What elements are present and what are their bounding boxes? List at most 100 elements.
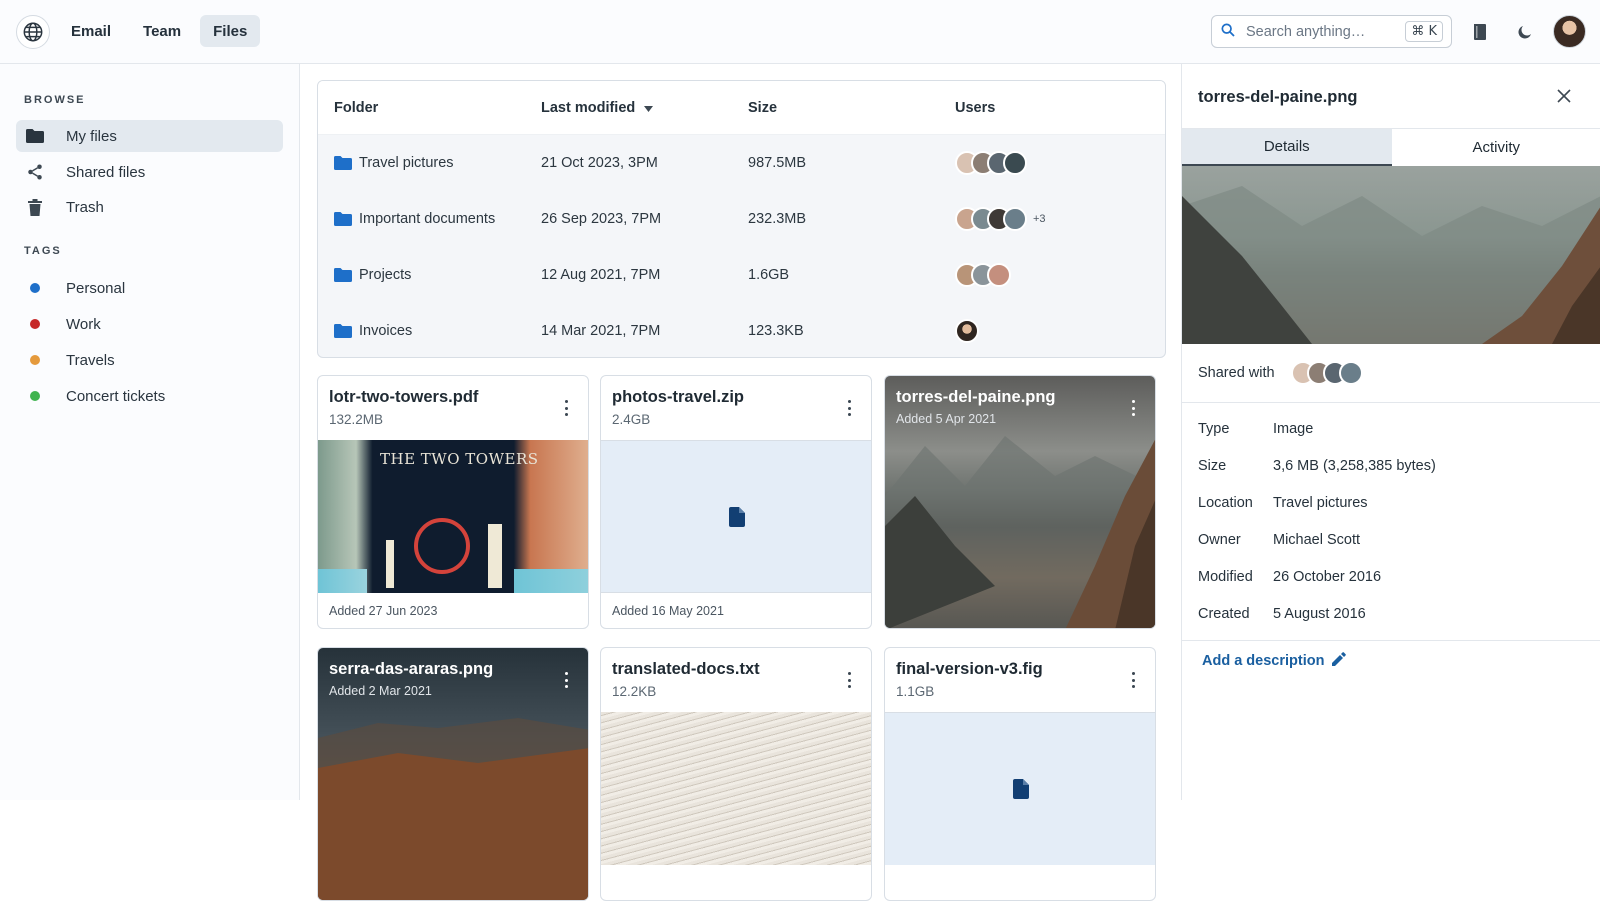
file-icon [729,507,745,527]
folder-name: Travel pictures [359,155,454,171]
users-avatars [955,151,1019,175]
tag-dot-icon [26,387,44,405]
meta-value: Michael Scott [1273,532,1360,548]
search-icon [1220,22,1236,41]
meta-key: Location [1198,495,1253,511]
modified-cell: 21 Oct 2023, 3PM [541,155,658,171]
file-card[interactable]: serra-das-araras.png Added 2 Mar 2021 [317,647,589,901]
sidebar-item-shared-files[interactable]: Shared files [16,156,283,188]
folder-name: Projects [359,267,411,283]
tag-concert-tickets[interactable]: Concert tickets [16,380,283,412]
more-vertical-icon[interactable] [845,400,853,416]
size-cell: 123.3KB [748,323,804,339]
table-row[interactable]: Projects 12 Aug 2021, 7PM 1.6GB [318,247,1165,303]
card-placeholder [885,712,1156,865]
folder-name: Invoices [359,323,412,339]
table-header: Folder Last modified Size Users [318,81,1165,135]
folder-name: Important documents [359,211,495,227]
col-last-modified-label: Last modified [541,100,635,116]
card-added-date: Added 2 Mar 2021 [329,684,432,698]
file-card[interactable]: final-version-v3.fig 1.1GB [884,647,1156,901]
tag-label: Travels [66,352,115,369]
col-size[interactable]: Size [748,100,777,116]
share-icon [26,163,44,181]
folder-icon [334,324,352,338]
book-title: THE TWO TOWERS [380,450,539,468]
panel-title: torres-del-paine.png [1198,88,1358,107]
card-size: 1.1GB [896,684,934,699]
globe-icon[interactable] [16,15,50,49]
folder-icon [334,212,352,226]
size-cell: 232.3MB [748,211,806,227]
modified-cell: 12 Aug 2021, 7PM [541,267,660,283]
tag-personal[interactable]: Personal [16,272,283,304]
table-row[interactable]: Travel pictures 21 Oct 2023, 3PM 987.5MB [318,135,1165,191]
file-card[interactable]: translated-docs.txt 12.2KB [600,647,872,901]
tag-work[interactable]: Work [16,308,283,340]
card-placeholder [601,440,872,593]
file-card[interactable]: photos-travel.zip 2.4GB Added 16 May 202… [600,375,872,629]
card-title: final-version-v3.fig [896,660,1043,679]
top-header: Email Team Files Search anything… ⌘ K [0,0,1600,64]
preview-image [1182,166,1600,344]
panel-tabs: Details Activity [1182,128,1600,166]
more-vertical-icon[interactable] [562,400,570,416]
shared-avatars [1291,361,1355,385]
meta-key: Modified [1198,569,1253,585]
file-card[interactable]: lotr-two-towers.pdf 132.2MB THE TWO TOWE… [317,375,589,629]
user-avatar[interactable] [1553,15,1586,48]
card-image: THE TWO TOWERS [318,440,589,593]
card-image [601,712,872,865]
more-vertical-icon[interactable] [845,672,853,688]
folders-table: Folder Last modified Size Users Travel p… [317,80,1166,358]
size-cell: 1.6GB [748,267,789,283]
sidebar-item-trash[interactable]: Trash [16,191,283,223]
search-input[interactable]: Search anything… ⌘ K [1211,15,1452,48]
book-icon[interactable] [1468,20,1492,44]
sort-down-icon [644,100,653,116]
card-title: photos-travel.zip [612,388,744,407]
moon-icon[interactable] [1513,20,1537,44]
more-vertical-icon[interactable] [1129,400,1137,416]
col-folder[interactable]: Folder [334,100,378,116]
tag-travels[interactable]: Travels [16,344,283,376]
search-placeholder: Search anything… [1246,24,1405,40]
meta-value: 3,6 MB (3,258,385 bytes) [1273,458,1436,474]
nav-team[interactable]: Team [130,15,194,47]
more-vertical-icon[interactable] [562,672,570,688]
avatar [1003,207,1027,231]
meta-key: Created [1198,606,1250,622]
close-icon[interactable] [1556,88,1572,104]
tag-label: Work [66,316,101,333]
add-description-link[interactable]: Add a description [1202,652,1346,670]
card-size: 132.2MB [329,412,383,427]
col-last-modified[interactable]: Last modified [541,100,653,116]
table-row[interactable]: Invoices 14 Mar 2021, 7PM 123.3KB [318,303,1165,358]
divider [1182,640,1600,641]
col-users[interactable]: Users [955,100,995,116]
modified-cell: 14 Mar 2021, 7PM [541,323,660,339]
details-panel: torres-del-paine.png Details Activity Sh… [1181,64,1600,800]
nav-files[interactable]: Files [200,15,260,47]
tag-label: Personal [66,280,125,297]
pencil-icon [1332,652,1346,670]
tags-section-title: TAGS [24,245,62,257]
table-row[interactable]: Important documents 26 Sep 2023, 7PM 232… [318,191,1165,247]
tab-activity[interactable]: Activity [1392,129,1600,166]
file-icon [1013,779,1029,799]
users-avatars [955,263,1003,287]
divider [1182,402,1600,403]
nav-email[interactable]: Email [58,15,124,47]
sidebar-item-my-files[interactable]: My files [16,120,283,152]
card-added-date: Added 27 Jun 2023 [329,604,437,618]
users-avatars: +3 [955,207,1046,231]
tab-details[interactable]: Details [1182,129,1392,166]
file-card[interactable]: torres-del-paine.png Added 5 Apr 2021 [884,375,1156,629]
more-vertical-icon[interactable] [1129,672,1137,688]
folder-cell: Travel pictures [334,155,454,171]
main-nav: Email Team Files [58,15,260,47]
card-size: 12.2KB [612,684,656,699]
browse-section-title: BROWSE [24,94,86,106]
folder-icon [26,127,44,145]
size-cell: 987.5MB [748,155,806,171]
